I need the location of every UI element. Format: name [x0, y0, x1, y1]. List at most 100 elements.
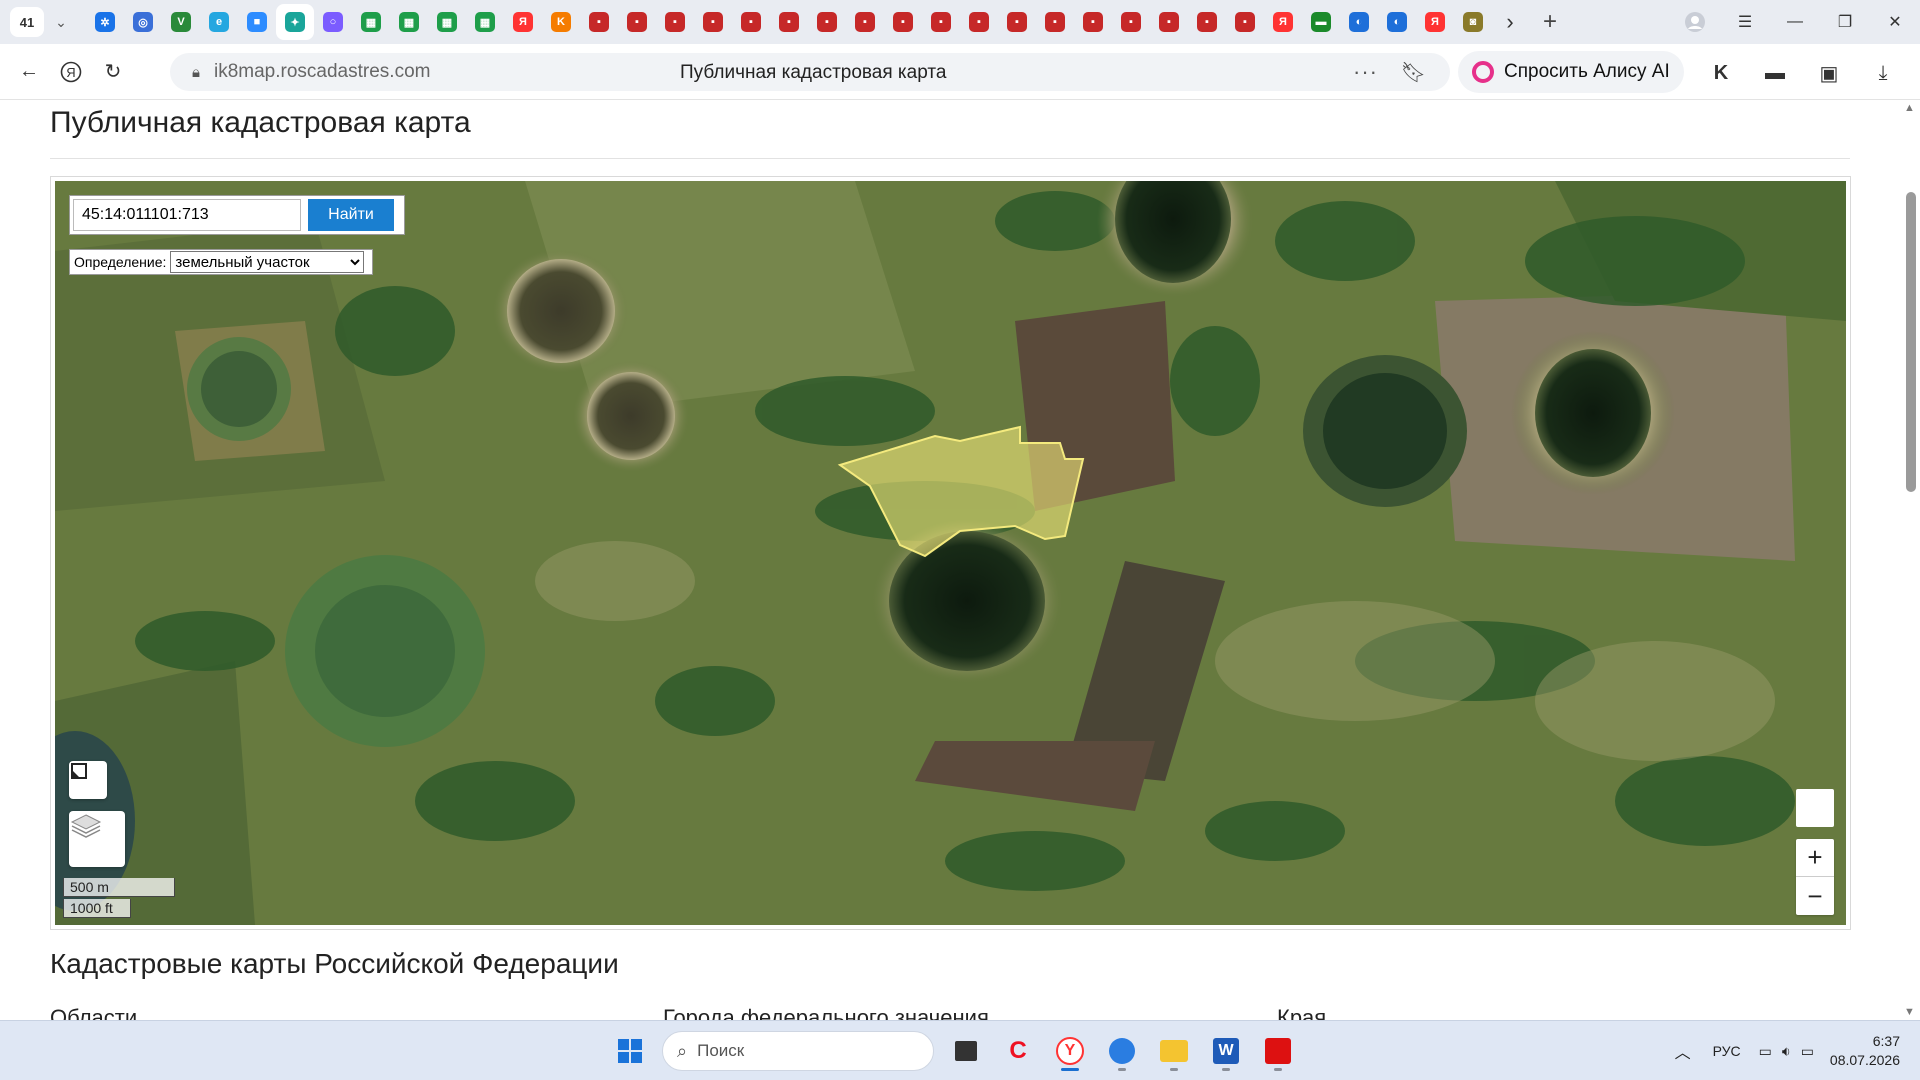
tab-count-badge[interactable]: 41: [10, 7, 44, 37]
menu-icon[interactable]: ☰: [1720, 0, 1770, 44]
cadastral-map[interactable]: Найти Определение: земельный участок 500…: [55, 181, 1846, 925]
bookmark-icon[interactable]: 🔖︎: [1401, 60, 1426, 85]
profile-icon[interactable]: [1670, 0, 1720, 44]
tab[interactable]: ▦: [428, 4, 466, 40]
tab[interactable]: ○: [314, 4, 352, 40]
cadastral-number-input[interactable]: [73, 199, 301, 231]
app-icon: ◙: [1463, 12, 1483, 32]
tab[interactable]: ▪: [580, 4, 618, 40]
alice-button[interactable]: Спросить Алису AI: [1458, 51, 1684, 93]
extension-icon[interactable]: K: [1700, 52, 1742, 94]
yandex-browser-icon: Y: [1056, 1037, 1084, 1065]
tab[interactable]: ✦: [276, 4, 314, 40]
tab[interactable]: ▪: [1150, 4, 1188, 40]
tab[interactable]: V: [162, 4, 200, 40]
battery-icon[interactable]: ▭: [1801, 1043, 1814, 1060]
measure-button[interactable]: [69, 761, 107, 799]
taskbar-app-c[interactable]: C: [992, 1029, 1044, 1073]
tab[interactable]: ▪: [1188, 4, 1226, 40]
tab[interactable]: ▦: [390, 4, 428, 40]
tab[interactable]: ▪: [998, 4, 1036, 40]
layers-icon: [70, 814, 102, 838]
tab[interactable]: e: [200, 4, 238, 40]
tab[interactable]: ▪: [618, 4, 656, 40]
find-button[interactable]: Найти: [308, 199, 394, 231]
fullscreen-button[interactable]: [1796, 789, 1834, 827]
tab[interactable]: ▪: [922, 4, 960, 40]
tab[interactable]: ▪: [1074, 4, 1112, 40]
tab[interactable]: ■: [238, 4, 276, 40]
tab[interactable]: Я: [1264, 4, 1302, 40]
tab[interactable]: Я: [504, 4, 542, 40]
tab[interactable]: ◙: [1454, 4, 1492, 40]
tab[interactable]: ◐: [1378, 4, 1416, 40]
restore-icon[interactable]: ❐: [1820, 0, 1870, 44]
taskbar-app-file-explorer[interactable]: [1148, 1029, 1200, 1073]
tab[interactable]: ▪: [656, 4, 694, 40]
site-info-icon[interactable]: 🔒︎: [178, 64, 214, 81]
tab[interactable]: ▦: [466, 4, 504, 40]
tab[interactable]: ▪: [1036, 4, 1074, 40]
taskbar-app-telegram[interactable]: [1096, 1029, 1148, 1073]
yandex-home-icon[interactable]: Я: [50, 51, 92, 93]
tab[interactable]: ▪: [732, 4, 770, 40]
clock[interactable]: 6:37 08.07.2026: [1830, 1032, 1900, 1070]
chevron-right-icon[interactable]: ›: [1492, 4, 1528, 40]
zoom-in-button[interactable]: +: [1796, 839, 1834, 877]
column-heading[interactable]: Области: [50, 1005, 137, 1020]
scroll-up-icon[interactable]: ▲: [1904, 102, 1915, 114]
tab[interactable]: ▪: [694, 4, 732, 40]
tab[interactable]: ◐: [1340, 4, 1378, 40]
column-heading[interactable]: Города федерального значения: [663, 1005, 989, 1020]
tab[interactable]: ▬: [1302, 4, 1340, 40]
start-button[interactable]: [604, 1029, 656, 1073]
tab[interactable]: Я: [1416, 4, 1454, 40]
tab[interactable]: ▪: [884, 4, 922, 40]
chat-icon: [1109, 1038, 1135, 1064]
vertical-scrollbar[interactable]: ▲ ▼: [1900, 100, 1920, 1020]
tab[interactable]: ▪: [846, 4, 884, 40]
volume-icon[interactable]: 🔉︎: [1782, 1043, 1791, 1060]
tab[interactable]: ▪: [770, 4, 808, 40]
tab[interactable]: ▪: [960, 4, 998, 40]
tab[interactable]: ▦: [352, 4, 390, 40]
taskbar-search[interactable]: ⌕ Поиск: [662, 1031, 934, 1071]
tab[interactable]: ▪: [1226, 4, 1264, 40]
yandex-icon: Я: [513, 12, 533, 32]
download-icon[interactable]: ⤓: [1862, 52, 1904, 94]
column-heading[interactable]: Края: [1277, 1005, 1326, 1020]
tab[interactable]: K: [542, 4, 580, 40]
tab[interactable]: ▪: [1112, 4, 1150, 40]
url-text[interactable]: ik8map.roscadastres.com: [214, 61, 430, 83]
taskbar-app-acrobat[interactable]: [1252, 1029, 1304, 1073]
reload-icon[interactable]: ↻: [92, 51, 134, 93]
tab[interactable]: ◎: [124, 4, 162, 40]
network-icon[interactable]: ▭: [1759, 1043, 1772, 1060]
scroll-down-icon[interactable]: ▼: [1904, 1006, 1915, 1018]
document-icon: ▪: [817, 12, 837, 32]
definition-select[interactable]: земельный участок: [170, 251, 365, 273]
tab[interactable]: ✲: [86, 4, 124, 40]
chevron-down-icon[interactable]: ⌄: [44, 7, 78, 37]
scroll-thumb[interactable]: [1906, 192, 1916, 492]
tab[interactable]: ▪: [808, 4, 846, 40]
taskbar-app-explorer-window[interactable]: [940, 1029, 992, 1073]
wallet-icon[interactable]: ▬: [1754, 52, 1796, 94]
taskbar-app-word[interactable]: W: [1200, 1029, 1252, 1073]
chevron-up-icon[interactable]: ︿: [1675, 1039, 1691, 1063]
taskbar-app-yandex-browser[interactable]: Y: [1044, 1029, 1096, 1073]
address-bar[interactable]: 🔒︎ ik8map.roscadastres.com Публичная кад…: [170, 53, 1450, 91]
minimize-icon[interactable]: —: [1770, 0, 1820, 44]
close-icon[interactable]: ✕: [1870, 0, 1920, 44]
new-tab-button[interactable]: +: [1532, 4, 1568, 40]
cadastral-search: Найти: [69, 195, 405, 235]
zoom-out-button[interactable]: −: [1796, 877, 1834, 915]
extension-badge-icon[interactable]: ▣: [1808, 52, 1850, 94]
back-icon[interactable]: ←: [8, 51, 50, 93]
edge-icon: ◐: [1349, 12, 1369, 32]
flag-icon: ▬: [1311, 12, 1331, 32]
layers-button[interactable]: [69, 811, 125, 867]
clock-date: 08.07.2026: [1829, 1052, 1900, 1068]
more-icon[interactable]: ···: [1353, 59, 1378, 85]
language-indicator[interactable]: РУС: [1713, 1043, 1741, 1059]
